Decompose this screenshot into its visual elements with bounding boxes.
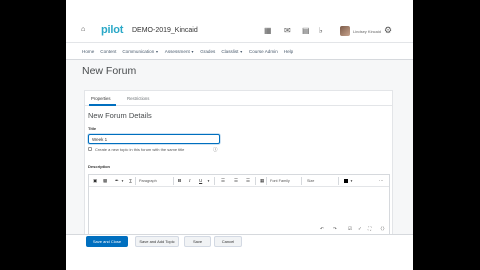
text-color-swatch[interactable] bbox=[344, 179, 348, 183]
redo-icon[interactable]: ↷ bbox=[333, 226, 337, 232]
title-label: Title bbox=[88, 126, 97, 131]
italic-icon[interactable]: I bbox=[189, 178, 191, 184]
nav-item-course-admin[interactable]: Course Admin bbox=[249, 49, 278, 54]
title-input[interactable] bbox=[88, 134, 220, 144]
update-alerts-bell-icon[interactable]: ♭ bbox=[319, 27, 323, 35]
page-title: New Forum bbox=[82, 65, 137, 77]
equation-icon[interactable]: ∑ bbox=[129, 178, 132, 184]
description-label: Description bbox=[88, 164, 111, 169]
nav-item-help[interactable]: Help bbox=[284, 49, 293, 54]
font-family-select[interactable]: Font Family bbox=[270, 178, 290, 184]
subscription-alerts-icon[interactable]: ▤ bbox=[302, 27, 310, 35]
tab-restrictions[interactable]: Restrictions bbox=[127, 96, 149, 101]
bullet-list-icon[interactable]: ☰ bbox=[234, 178, 238, 184]
chevron-down-icon[interactable]: ▼ bbox=[121, 178, 124, 184]
chevron-down-icon: ▼ bbox=[239, 49, 243, 54]
undo-icon[interactable]: ↶ bbox=[320, 226, 324, 232]
brand-logo[interactable]: pilot bbox=[101, 24, 123, 36]
insert-stuff-icon[interactable]: ▣ bbox=[93, 178, 97, 184]
chevron-down-icon: ▼ bbox=[155, 49, 159, 54]
create-topic-checkbox-label: Create a new topic in this forum with th… bbox=[95, 147, 185, 152]
username[interactable]: Lindsey Kincaid bbox=[353, 29, 381, 34]
source-code-icon[interactable]: 〈〉 bbox=[378, 226, 387, 232]
save-and-close-button[interactable]: Save and Close bbox=[86, 236, 128, 247]
paragraph-format-select[interactable]: Paragraph bbox=[139, 178, 157, 184]
toolbar-separator bbox=[338, 177, 339, 185]
description-editor[interactable]: ▣ ▩ ✒ ▼ ∑ Paragraph B I U ▼ ☰ ☰ ☰ ▦ Font… bbox=[88, 174, 390, 234]
toolbar-separator bbox=[214, 177, 215, 185]
tab-strip: Properties Restrictions bbox=[85, 91, 392, 106]
chevron-down-icon: ▼ bbox=[190, 49, 195, 54]
active-tab-indicator bbox=[89, 104, 116, 106]
spellcheck-icon[interactable]: ✓ bbox=[358, 226, 362, 232]
font-size-select[interactable]: Size bbox=[307, 178, 314, 184]
top-bar: ⌂ pilot DEMO-2019_Kincaid ▦ ✉ ▤ ♭ Lindse… bbox=[66, 0, 413, 43]
cancel-button[interactable]: Cancel bbox=[214, 236, 242, 247]
chevron-down-icon[interactable]: ▼ bbox=[207, 178, 210, 184]
create-topic-checkbox[interactable] bbox=[88, 147, 92, 151]
pen-icon[interactable]: ✒ bbox=[115, 178, 119, 184]
toolbar-separator bbox=[173, 177, 174, 185]
toolbar-separator bbox=[255, 177, 256, 185]
insert-image-icon[interactable]: ▩ bbox=[103, 178, 107, 184]
avatar[interactable] bbox=[340, 26, 350, 36]
editor-toolbar: ▣ ▩ ✒ ▼ ∑ Paragraph B I U ▼ ☰ ☰ ☰ ▦ Font… bbox=[89, 175, 389, 187]
forum-form-panel: Properties Restrictions New Forum Detail… bbox=[84, 90, 393, 235]
numbered-list-icon[interactable]: ☰ bbox=[246, 178, 250, 184]
tab-properties[interactable]: Properties bbox=[91, 96, 111, 101]
chevron-down-icon[interactable]: ▼ bbox=[350, 178, 353, 184]
nav-item-home[interactable]: Home bbox=[82, 49, 94, 54]
course-navbar: Home Content Communication▼ Assessment▼ … bbox=[66, 43, 413, 60]
save-and-add-topic-button[interactable]: Save and Add Topic bbox=[135, 236, 179, 247]
gear-icon[interactable]: ⚙ bbox=[384, 26, 392, 35]
table-icon[interactable]: ▦ bbox=[260, 178, 264, 184]
nav-item-content[interactable]: Content bbox=[100, 49, 116, 54]
nav-item-classlist[interactable]: Classlist▼ bbox=[221, 49, 243, 54]
save-button[interactable]: Save bbox=[184, 236, 211, 247]
course-selector-grid-icon[interactable]: ▦ bbox=[264, 27, 272, 35]
fullscreen-icon[interactable]: ⛶ bbox=[368, 226, 371, 231]
accessibility-check-icon[interactable]: ☑ bbox=[348, 226, 352, 232]
home-icon[interactable]: ⌂ bbox=[81, 26, 85, 34]
nav-item-assessment[interactable]: Assessment▼ bbox=[165, 49, 195, 54]
section-title: New Forum Details bbox=[88, 111, 152, 120]
toolbar-separator bbox=[135, 177, 136, 185]
course-title[interactable]: DEMO-2019_Kincaid bbox=[132, 27, 198, 34]
underline-icon[interactable]: U bbox=[199, 178, 202, 184]
bold-icon[interactable]: B bbox=[178, 178, 181, 184]
help-icon[interactable]: ⓘ bbox=[213, 147, 218, 153]
toolbar-separator bbox=[266, 177, 267, 185]
lms-app-window: ⌂ pilot DEMO-2019_Kincaid ▦ ✉ ▤ ♭ Lindse… bbox=[66, 0, 413, 270]
message-alerts-icon[interactable]: ✉ bbox=[284, 27, 291, 35]
align-icon[interactable]: ☰ bbox=[221, 178, 225, 184]
more-actions-icon[interactable]: ⋯ bbox=[379, 178, 384, 184]
toolbar-separator bbox=[301, 177, 302, 185]
nav-item-communication[interactable]: Communication▼ bbox=[122, 49, 158, 54]
nav-item-grades[interactable]: Grades bbox=[200, 49, 215, 54]
